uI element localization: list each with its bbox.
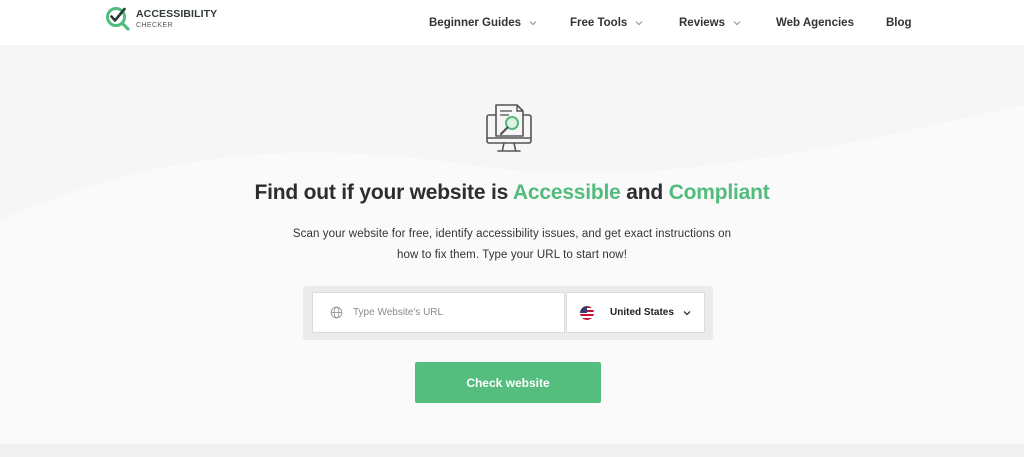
nav-label: Free Tools xyxy=(570,17,628,29)
site-logo[interactable]: ACCESSIBILITY CHECKER xyxy=(105,6,217,32)
url-check-form: United States xyxy=(303,286,713,340)
nav-web-agencies[interactable]: Web Agencies xyxy=(776,17,854,29)
page: ACCESSIBILITY CHECKER Beginner Guides Fr… xyxy=(0,0,1024,457)
us-flag-icon xyxy=(580,305,594,320)
subtext-line-1: Scan your website for free, identify acc… xyxy=(292,228,732,240)
logo-wordmark: ACCESSIBILITY CHECKER xyxy=(136,9,217,29)
nav-free-tools[interactable]: Free Tools xyxy=(570,17,644,29)
nav-label: Web Agencies xyxy=(776,17,854,29)
hero-headline: Find out if your website is Accessible a… xyxy=(0,181,1024,205)
nav-blog[interactable]: Blog xyxy=(886,17,912,29)
subtext-line-2: how to fix them. Type your URL to start … xyxy=(396,249,628,261)
chevron-down-icon xyxy=(733,21,741,26)
country-selected-label: United States xyxy=(610,307,674,318)
headline-accent-compliant: Compliant xyxy=(668,181,770,204)
nav-label: Beginner Guides xyxy=(429,17,522,29)
check-website-button[interactable]: Check website xyxy=(415,362,601,403)
website-url-input[interactable] xyxy=(353,307,553,318)
country-select[interactable]: United States xyxy=(566,292,705,333)
section-divider xyxy=(0,444,1024,457)
nav-label: Reviews xyxy=(679,17,726,29)
site-header: ACCESSIBILITY CHECKER Beginner Guides Fr… xyxy=(0,0,1024,45)
headline-prefix: Find out if your website is xyxy=(254,181,513,204)
url-field-wrapper[interactable] xyxy=(312,292,565,333)
globe-icon xyxy=(330,306,343,319)
chevron-down-icon xyxy=(529,21,537,26)
monitor-document-search-icon xyxy=(486,104,532,152)
headline-middle: and xyxy=(620,181,669,204)
chevron-down-icon xyxy=(683,310,691,315)
nav-label: Blog xyxy=(886,17,912,29)
headline-accent-accessible: Accessible xyxy=(512,181,621,204)
logo-title: ACCESSIBILITY xyxy=(136,8,218,21)
chevron-down-icon xyxy=(635,21,643,26)
checkmark-magnifier-logo-icon xyxy=(106,7,130,31)
logo-subtitle: CHECKER xyxy=(136,21,174,29)
hero-subtext: Scan your website for free, identify acc… xyxy=(262,224,762,266)
nav-beginner-guides[interactable]: Beginner Guides xyxy=(429,17,538,29)
nav-reviews[interactable]: Reviews xyxy=(679,17,742,29)
